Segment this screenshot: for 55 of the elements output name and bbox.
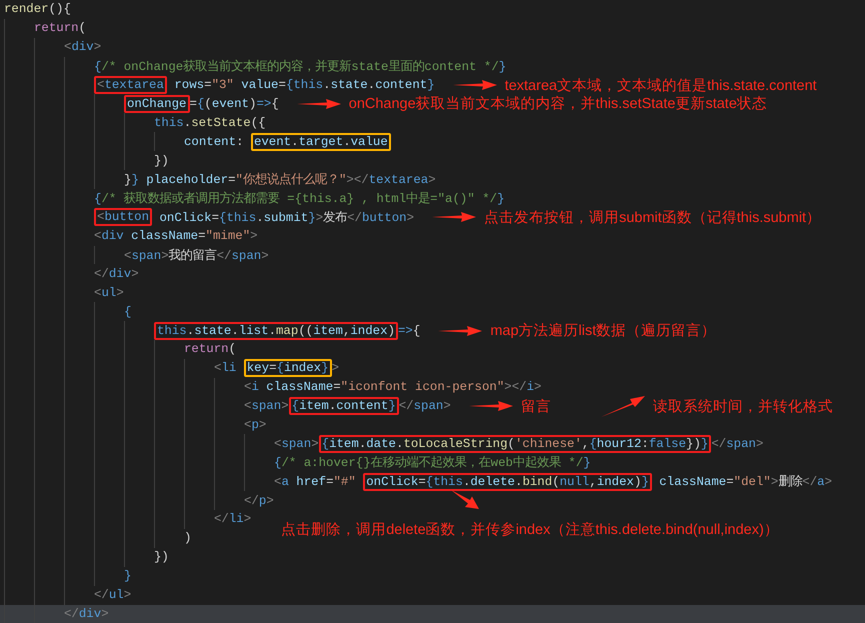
annotation-text: 点击发布按钮，调用submit函数（记得this.submit）: [484, 208, 822, 227]
code-text: ={(event)=>{: [190, 96, 279, 111]
annotation-text: textarea文本域，文本域的值是this.state.content: [504, 76, 817, 95]
code-text: }} placeholder="你想说点什么呢？"></textarea>: [124, 172, 436, 188]
highlight-box: this.state.list.map((item,index): [154, 322, 398, 340]
code-text: {/* onChange获取当前文本框的内容，并更新state里面的content */}: [94, 58, 506, 75]
arrow-icon: [451, 490, 480, 510]
annotation-text: 读取系统时间，并转化格式: [652, 398, 833, 416]
code-text: {/* 获取数据或者调用方法都需要 ={this.a} , html中是="a()" */}: [94, 190, 505, 207]
code-text: </li>: [214, 512, 252, 526]
code-text: this.setState({: [154, 116, 266, 130]
highlight-box: key={index}: [244, 359, 332, 378]
code-text: <ul>: [94, 286, 124, 300]
code-text: className="del">删除</a>: [658, 474, 832, 490]
code-text: {: [124, 304, 132, 319]
code-text: render(){: [4, 2, 71, 16]
highlight-box: event.target.value: [250, 132, 391, 151]
highlight-box: {item.content}: [288, 397, 399, 416]
code-text: <div>: [64, 40, 102, 54]
annotation-text: map方法遍历list数据（遍历留言）: [490, 322, 716, 340]
code-text: return(: [34, 21, 86, 36]
code-text: <p>: [244, 418, 266, 432]
highlight-box: onClick={this.delete.bind(null,index)}: [363, 472, 652, 491]
code-text: ): [184, 531, 192, 546]
code-text: onClick={this.submit}>发布</button>: [158, 210, 414, 226]
code-text: }): [154, 550, 169, 564]
code-text: >: [332, 361, 339, 376]
code-text: =>{: [398, 324, 420, 338]
code-text: <a href="#": [274, 474, 357, 489]
code-text: <li: [214, 361, 238, 376]
annotation-text: onChange获取当前文本域的内容，并this.setState更新state状态: [348, 94, 767, 114]
arrow-icon: [600, 395, 645, 418]
code-text: }): [154, 154, 169, 168]
code-text: </span>: [711, 436, 764, 451]
code-text: </div>: [94, 266, 139, 281]
highlight-box: <textarea: [94, 76, 167, 94]
code-text: </ul>: [94, 588, 132, 602]
code-text: </span>: [398, 399, 451, 414]
code-text: }: [124, 569, 132, 584]
code-text: </div>: [64, 606, 109, 621]
code-text: rows="3" value={this.state.content}: [173, 78, 435, 92]
code-text: <span>: [244, 399, 289, 414]
annotation-text: 留言: [520, 398, 551, 416]
highlight-box: {item.date.toLocaleString('chinese',{hour12:false})}: [318, 434, 712, 453]
highlight-box: <button: [94, 208, 152, 226]
code-text: {/* a:hover{}在移动端不起效果，在web中起效果 */}: [274, 454, 591, 472]
code-text: content:: [184, 134, 244, 149]
code-text: <span>: [274, 436, 319, 451]
code-text: <span>我的留言</span>: [124, 248, 269, 264]
code-text: <div className="mime">: [94, 229, 258, 244]
code-text: <i className="iconfont icon-person"></i>: [244, 380, 542, 394]
code-text: return(: [184, 342, 236, 356]
annotation-text: 点击删除，调用delete函数，并传参index（注意this.delete.bind(null,index)）: [281, 521, 779, 539]
code-text: </p>: [244, 494, 274, 508]
highlight-box: onChange: [124, 94, 190, 113]
